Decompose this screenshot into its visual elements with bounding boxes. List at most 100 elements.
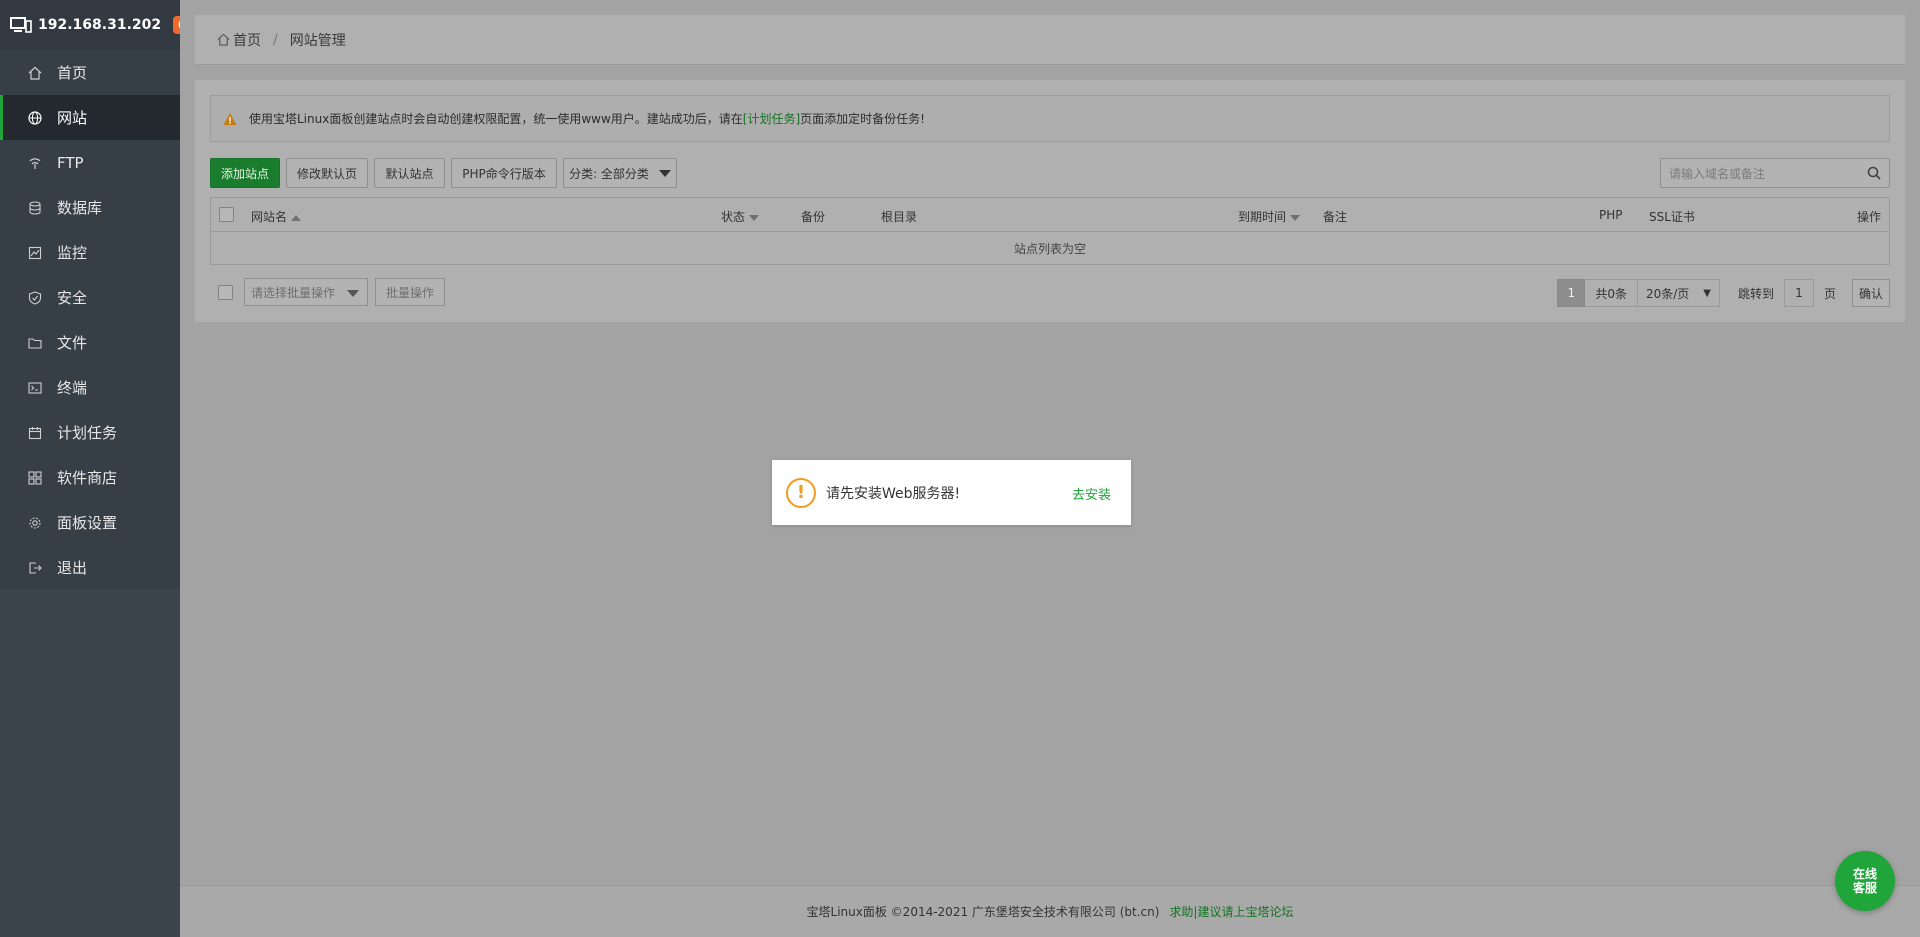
notice-text-before: 使用宝塔Linux面板创建站点时会自动创建权限配置，统一使用www用户。建站成功… [249,112,743,126]
notice-bar: 使用宝塔Linux面板创建站点时会自动创建权限配置，统一使用www用户。建站成功… [210,95,1890,142]
category-label: 分类: 全部分类 [569,166,649,181]
server-header: 192.168.31.202 0 [0,0,192,50]
site-panel: 使用宝塔Linux面板创建站点时会自动创建权限配置，统一使用www用户。建站成功… [195,80,1905,322]
chevron-down-icon [658,169,671,177]
php-cli-version-button[interactable]: PHP命令行版本 [451,158,557,188]
sort-desc-icon [749,214,760,221]
edit-default-page-button[interactable]: 修改默认页 [286,158,368,188]
home-icon [27,65,43,81]
sidebar-item-label: 网站 [57,109,88,127]
search-input[interactable]: 请输入域名或备注 [1660,158,1890,188]
breadcrumb-home[interactable]: 首页 [217,30,261,50]
batch-select[interactable]: 请选择批量操作 [244,278,368,306]
forum-link[interactable]: 求助|建议请上宝塔论坛 [1169,903,1293,920]
sidebar-item-settings[interactable]: 面板设置 [0,500,180,545]
monitor-icon [27,245,43,261]
folder-icon [27,335,43,351]
breadcrumb-current: 网站管理 [289,32,346,49]
chevron-down-icon [347,290,359,297]
col-label: 网站名 [251,210,288,224]
sidebar-item-cron[interactable]: 计划任务 [0,410,180,455]
col-status[interactable]: 状态 [721,208,760,225]
col-remark: 备注 [1323,210,1348,224]
table-header: 网站名 状态 备份 根目录 到期时间 备注 PHP SSL证书 操作 [211,198,1889,232]
page-size-label: 20条/页 [1645,286,1690,301]
batch-button[interactable]: 批量操作 [375,278,445,306]
sidebar-item-label: 首页 [57,64,88,82]
pagination: 1 共0条 20条/页 ▼ 跳转到 1 页 确认 [1557,278,1890,308]
sidebar-item-label: 软件商店 [57,469,118,487]
ftp-icon [27,155,43,171]
shield-icon [27,290,43,306]
database-icon [27,200,43,216]
jump-confirm-button[interactable]: 确认 [1852,279,1890,307]
dialog-message: 请先安装Web服务器! [826,485,961,502]
sidebar-item-label: 监控 [57,244,88,262]
sort-asc-icon [291,214,302,221]
sort-desc-icon [1290,214,1301,221]
toolbar: 添加站点 修改默认页 默认站点 PHP命令行版本 分类: 全部分类 请输入域名或… [210,158,1890,188]
table-empty-row: 站点列表为空 [1013,241,1086,256]
add-site-button[interactable]: 添加站点 [210,158,280,188]
service-line2: 客服 [1852,881,1877,895]
col-ssl: SSL证书 [1649,210,1695,224]
category-dropdown[interactable]: 分类: 全部分类 [563,158,677,188]
page-size-select[interactable]: 20条/页 ▼ [1637,279,1720,307]
copyright-text: 宝塔Linux面板 ©2014-2021 广东堡塔安全技术有限公司 (bt.cn… [806,905,1160,919]
search-placeholder: 请输入域名或备注 [1669,166,1766,181]
exclamation-icon: ! [786,477,816,508]
footer-select-all-checkbox[interactable] [218,285,233,300]
sidebar: 192.168.31.202 0 首页 网站 FTP 数据库 监控 安全 [0,0,192,937]
col-site-name[interactable]: 网站名 [251,208,302,225]
search-icon[interactable] [1867,166,1881,180]
default-site-button[interactable]: 默认站点 [374,158,445,188]
server-ip: 192.168.31.202 [38,17,162,33]
sidebar-item-home[interactable]: 首页 [0,50,180,95]
col-php: PHP [1599,208,1623,222]
sidebar-item-terminal[interactable]: 终端 [0,365,180,410]
sidebar-item-database[interactable]: 数据库 [0,185,180,230]
sidebar-item-website[interactable]: 网站 [0,95,180,140]
sidebar-item-monitor[interactable]: 监控 [0,230,180,275]
logout-icon [27,560,43,576]
breadcrumb: 首页 / 网站管理 [195,15,1905,65]
notice-text-after: 页面添加定时备份任务! [800,112,925,126]
sidebar-item-store[interactable]: 软件商店 [0,455,180,500]
site-table: 网站名 状态 备份 根目录 到期时间 备注 PHP SSL证书 操作 站点列表为… [210,197,1890,265]
sidebar-item-label: 文件 [57,334,88,352]
chevron-down-icon: ▼ [1703,288,1711,299]
sidebar-item-label: 终端 [57,379,88,397]
service-line1: 在线 [1852,867,1877,881]
cron-link[interactable]: [计划任务] [743,110,800,127]
breadcrumb-separator: / [273,31,278,48]
sidebar-item-files[interactable]: 文件 [0,320,180,365]
sidebar-item-ftp[interactable]: FTP [0,140,180,185]
sidebar-item-label: 数据库 [57,199,103,217]
col-label: 到期时间 [1238,210,1287,224]
terminal-icon [27,380,43,396]
sidebar-item-label: 计划任务 [57,424,118,442]
table-footer: 请选择批量操作 批量操作 1 共0条 20条/页 ▼ 跳转到 1 页 确认 [210,278,1890,308]
col-backup: 备份 [801,210,826,224]
jump-page-input[interactable]: 1 [1783,279,1814,307]
select-all-checkbox[interactable] [219,207,234,222]
globe-icon [27,110,43,126]
warning-icon [223,112,237,125]
gear-icon [27,515,43,531]
calendar-icon [27,425,43,441]
jump-label: 跳转到 [1737,286,1774,301]
breadcrumb-home-label: 首页 [233,32,261,49]
sidebar-item-logout[interactable]: 退出 [0,545,180,590]
col-expire[interactable]: 到期时间 [1238,208,1301,225]
page-total: 共0条 [1585,279,1638,307]
go-install-link[interactable]: 去安装 [1072,484,1111,503]
batch-select-placeholder: 请选择批量操作 [251,285,336,300]
col-actions: 操作 [1857,210,1882,224]
page-footer: 宝塔Linux面板 ©2014-2021 广东堡塔安全技术有限公司 (bt.cn… [180,885,1920,937]
page-current[interactable]: 1 [1557,279,1586,307]
sidebar-item-security[interactable]: 安全 [0,275,180,320]
computer-icon [10,17,32,33]
apps-icon [27,470,43,486]
online-service-button[interactable]: 在线 客服 [1835,851,1895,911]
install-webserver-dialog: ! 请先安装Web服务器! 去安装 [772,460,1131,525]
